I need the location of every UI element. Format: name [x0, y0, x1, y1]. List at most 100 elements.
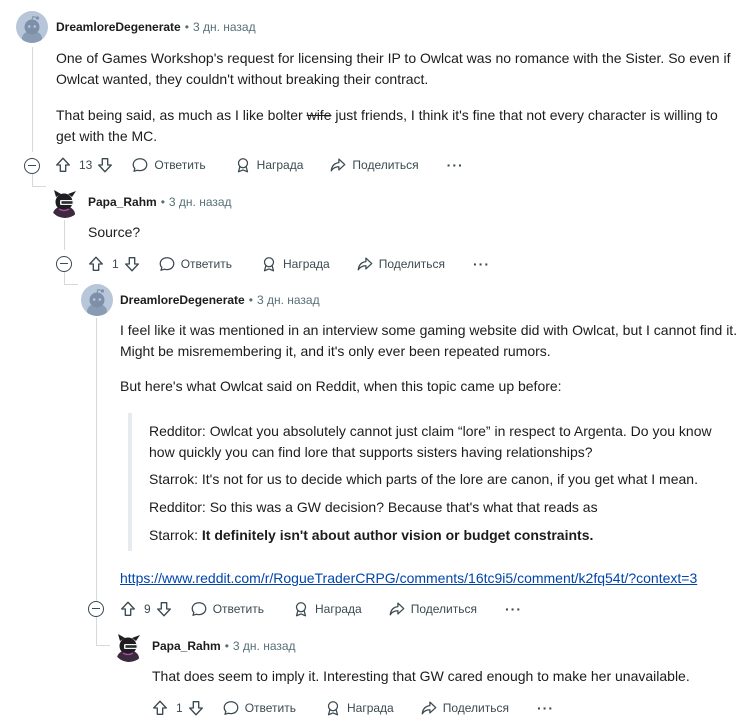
award-label: Награда: [282, 257, 330, 271]
share-label: Поделиться: [410, 602, 477, 616]
timestamp[interactable]: 3 дн. назад: [169, 194, 232, 210]
upvote-button[interactable]: [151, 699, 169, 717]
share-label: Поделиться: [378, 257, 445, 271]
downvote-icon: [155, 600, 173, 618]
bold-text: It definitely isn't about author vision …: [201, 527, 594, 543]
downvote-button[interactable]: [123, 255, 141, 273]
award-label: Награда: [346, 701, 394, 715]
comment-paragraph: I feel like it was mentioned in an inter…: [120, 322, 738, 359]
award-label: Награда: [256, 158, 304, 172]
vote-count: 13: [79, 158, 93, 172]
award-button[interactable]: Награда: [234, 156, 304, 174]
downvote-button[interactable]: [96, 156, 114, 174]
award-button[interactable]: Награда: [292, 600, 362, 618]
author-name[interactable]: DreamloreDegenerate: [56, 19, 181, 35]
downvote-button[interactable]: [187, 699, 205, 717]
quote-line: Redditor: So this was a GW decision? Bec…: [149, 499, 598, 515]
author-name[interactable]: Papa_Rahm: [88, 194, 157, 210]
comment-actions: 9 Ответить Награда Поделиться ···: [119, 595, 522, 623]
comment-paragraph: One of Games Workshop's request for lice…: [56, 50, 731, 87]
vote-count: 1: [176, 701, 183, 715]
timestamp[interactable]: 3 дн. назад: [193, 19, 256, 35]
thread-connector: [64, 284, 78, 285]
comment-actions: 1 Ответить Награда Поделиться ···: [87, 250, 490, 278]
upvote-button[interactable]: [119, 600, 137, 618]
share-label: Поделиться: [352, 158, 419, 172]
thread-line: [96, 318, 97, 601]
comment-meta: Papa_Rahm • 3 дн. назад: [88, 194, 232, 210]
vote-count: 1: [112, 257, 119, 271]
share-button[interactable]: Поделиться: [420, 699, 509, 717]
comment-body: Source?: [88, 222, 688, 243]
timestamp[interactable]: 3 дн. назад: [257, 292, 320, 308]
quote-line: Starrok: It definitely isn't about autho…: [149, 527, 594, 543]
award-label: Награда: [314, 602, 362, 616]
downvote-icon: [187, 699, 205, 717]
thread-connector: [96, 645, 110, 646]
strikethrough-text: wife: [306, 107, 332, 123]
more-options-button[interactable]: ···: [537, 700, 554, 716]
vote-count: 9: [144, 602, 151, 616]
collapse-thread-button[interactable]: [56, 256, 72, 272]
thread-line: [32, 47, 33, 152]
avatar[interactable]: [16, 11, 48, 43]
collapse-thread-button[interactable]: [88, 601, 104, 617]
separator-dot: •: [224, 639, 229, 653]
comment-bubble-icon: [190, 600, 208, 618]
comment-body: One of Games Workshop's request for lice…: [56, 48, 736, 147]
comment-body: I feel like it was mentioned in an inter…: [120, 320, 740, 397]
reddit-snoo-icon: [81, 284, 113, 316]
downvote-button[interactable]: [155, 600, 173, 618]
separator-dot: •: [248, 293, 253, 307]
reply-button[interactable]: Ответить: [222, 699, 296, 717]
share-icon: [356, 255, 374, 273]
separator-dot: •: [160, 195, 165, 209]
share-icon: [329, 156, 347, 174]
share-button[interactable]: Поделиться: [388, 600, 477, 618]
downvote-icon: [96, 156, 114, 174]
reply-button[interactable]: Ответить: [131, 156, 206, 174]
more-options-button[interactable]: ···: [447, 157, 464, 173]
reddit-snoo-icon: [16, 11, 48, 43]
comment-paragraph: That being said, as much as I like bolte…: [56, 107, 718, 144]
reply-button[interactable]: Ответить: [190, 600, 264, 618]
collapse-thread-button[interactable]: [24, 158, 40, 174]
share-icon: [420, 699, 438, 717]
thread-line: [64, 220, 65, 250]
comment-paragraph: But here's what Owlcat said on Reddit, w…: [120, 378, 562, 394]
share-button[interactable]: Поделиться: [356, 255, 445, 273]
upvote-button[interactable]: [54, 156, 72, 174]
award-icon: [292, 600, 310, 618]
share-label: Поделиться: [442, 701, 509, 715]
comment-actions: 13 Ответить Награда Поделиться ···: [54, 151, 464, 179]
comment-body: That does seem to imply it. Interesting …: [152, 666, 742, 687]
more-options-button[interactable]: ···: [473, 256, 490, 272]
comment-link[interactable]: https://www.reddit.com/r/RogueTraderCRPG…: [120, 568, 697, 589]
comment-bubble-icon: [222, 699, 240, 717]
timestamp[interactable]: 3 дн. назад: [233, 638, 296, 654]
downvote-icon: [123, 255, 141, 273]
comment-paragraph: Source?: [88, 224, 141, 240]
upvote-icon: [151, 699, 169, 717]
avatar[interactable]: [81, 284, 113, 316]
reply-label: Ответить: [212, 602, 264, 616]
thread-line: [64, 272, 65, 284]
share-button[interactable]: Поделиться: [329, 156, 419, 174]
upvote-button[interactable]: [87, 255, 105, 273]
reply-button[interactable]: Ответить: [158, 255, 232, 273]
upvote-icon: [87, 255, 105, 273]
comment-paragraph: That does seem to imply it. Interesting …: [152, 668, 690, 684]
avatar[interactable]: [113, 630, 145, 662]
comment-bubble-icon: [158, 255, 176, 273]
award-button[interactable]: Награда: [260, 255, 330, 273]
more-options-button[interactable]: ···: [505, 601, 522, 617]
author-name[interactable]: Papa_Rahm: [152, 638, 221, 654]
author-name[interactable]: DreamloreDegenerate: [120, 292, 245, 308]
award-button[interactable]: Награда: [324, 699, 394, 717]
avatar[interactable]: [49, 186, 81, 218]
reply-label: Ответить: [244, 701, 296, 715]
thread-line: [96, 617, 97, 645]
character-avatar-icon: [113, 630, 145, 662]
separator-dot: •: [184, 20, 189, 34]
award-icon: [324, 699, 342, 717]
